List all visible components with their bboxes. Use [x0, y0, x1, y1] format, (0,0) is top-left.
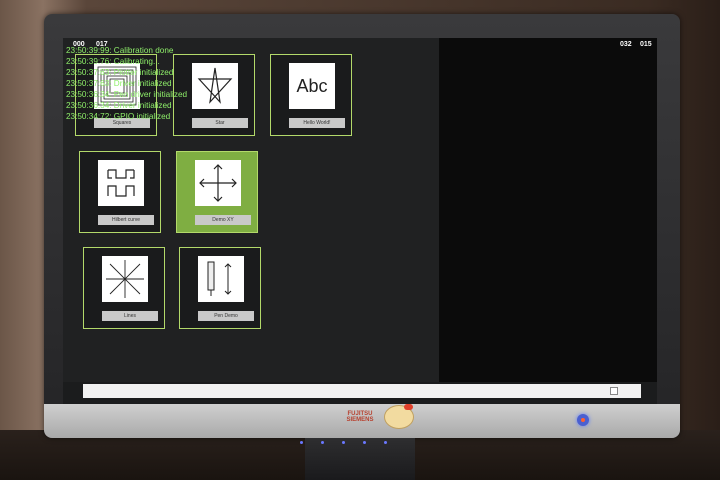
screen: 000 017 032 015 Squares Star Abc Hello W…	[63, 38, 657, 404]
tile-label: Star	[192, 118, 248, 128]
abc-icon: Abc	[289, 63, 335, 109]
radial-lines-icon	[102, 256, 148, 302]
monitor-stand	[305, 438, 415, 480]
sticker-bow-icon	[404, 404, 413, 410]
pen-icon	[198, 256, 244, 302]
tile-label: Hello World!	[289, 118, 345, 128]
led-icon	[384, 441, 387, 444]
tile-lines[interactable]: Lines	[83, 247, 165, 329]
log-line: 23:50:37:63: Driver initialized	[66, 79, 172, 88]
tile-hello-world[interactable]: Abc Hello World!	[270, 54, 352, 136]
led-icon	[363, 441, 366, 444]
monitor-brand-logo: FUJITSU SIEMENS	[338, 411, 382, 423]
front-leds	[300, 431, 420, 444]
log-pane	[439, 38, 657, 382]
counter-top-right-a: 032	[620, 41, 632, 48]
counter-top-right-b: 015	[640, 41, 652, 48]
tile-label: Pen Demo	[198, 311, 254, 321]
bottom-checkbox[interactable]	[610, 387, 618, 395]
power-led-icon	[581, 418, 585, 422]
tile-label: Demo XY	[195, 215, 251, 225]
abc-text: Abc	[296, 75, 328, 96]
bottom-status-bar[interactable]	[83, 384, 641, 398]
star-icon	[192, 63, 238, 109]
tile-hilbert-curve[interactable]: Hilbert curve	[79, 151, 161, 233]
tile-pen-demo[interactable]: Pen Demo	[179, 247, 261, 329]
log-line: 23:50:36:34: Pen driver initialized	[66, 90, 188, 99]
hilbert-curve-icon	[98, 160, 144, 206]
tile-label: Lines	[102, 311, 158, 321]
tile-label: Hilbert curve	[98, 215, 154, 225]
move-arrows-icon	[195, 160, 241, 206]
brand-line-2: SIEMENS	[346, 417, 374, 423]
led-icon	[300, 441, 303, 444]
log-line: 23:50:39:99: Calibration done	[66, 46, 174, 55]
log-line: 23:50:36:34: Driver initialized	[66, 101, 172, 110]
led-icon	[321, 441, 324, 444]
led-icon	[342, 441, 345, 444]
tile-demo-xy[interactable]: Demo XY	[176, 151, 258, 233]
log-line: 23:50:39:76: Calibrating...	[66, 57, 160, 66]
log-line: 23:50:34:72: GPIO initialized	[66, 112, 171, 121]
log-line: 23:50:37:63: Plotter initialized	[66, 68, 174, 77]
